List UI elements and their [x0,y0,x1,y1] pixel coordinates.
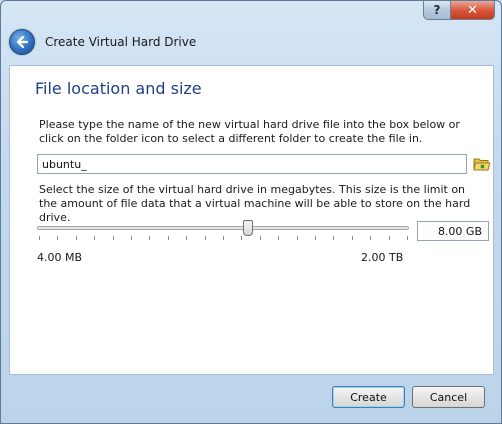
slider-tick [333,236,334,240]
wizard-header: Create Virtual Hard Drive [9,29,196,55]
cancel-button[interactable]: Cancel [412,386,485,408]
slider-tick [389,236,390,240]
slider-tick [113,236,114,240]
slider-tick [57,236,58,240]
size-input[interactable] [417,221,489,241]
slider-tick [315,236,316,240]
close-button[interactable]: ✕ [451,1,495,20]
create-button-label: Create [350,390,387,404]
size-slider[interactable] [37,218,409,246]
slider-tick [352,236,353,240]
create-button[interactable]: Create [332,386,405,408]
slider-tick [278,236,279,240]
back-arrow-icon [16,35,29,49]
slider-tick [223,236,224,240]
slider-tick [241,236,242,240]
slider-tick [186,236,187,240]
cancel-button-label: Cancel [429,390,468,404]
close-icon: ✕ [467,2,478,18]
back-button[interactable] [9,29,35,55]
slider-tick [76,236,77,240]
slider-tick [260,236,261,240]
slider-track [37,226,409,230]
folder-icon [473,158,491,171]
choose-folder-button[interactable] [473,154,491,174]
slider-tick [39,236,40,240]
slider-tick [149,236,150,240]
content-panel: File location and size Please type the n… [9,65,494,375]
location-description: Please type the name of the new virtual … [39,118,460,145]
slider-ticks [39,236,408,241]
window-title: Create Virtual Hard Drive [45,35,197,49]
dialog-window: ? ✕ Create Virtual Hard Drive File locat… [0,0,502,424]
slider-tick [370,236,371,240]
range-min-label: 4.00 MB [37,251,83,264]
slider-tick [407,236,408,240]
help-button[interactable]: ? [423,1,451,20]
slider-tick [297,236,298,240]
slider-tick [205,236,206,240]
page-heading: File location and size [35,79,202,98]
slider-tick [168,236,169,240]
slider-thumb[interactable] [243,220,253,236]
file-location-input[interactable] [37,154,467,174]
slider-tick [94,236,95,240]
slider-tick [131,236,132,240]
caption-buttons: ? ✕ [423,1,495,20]
range-max-label: 2.00 TB [361,251,404,264]
help-icon: ? [433,3,441,17]
